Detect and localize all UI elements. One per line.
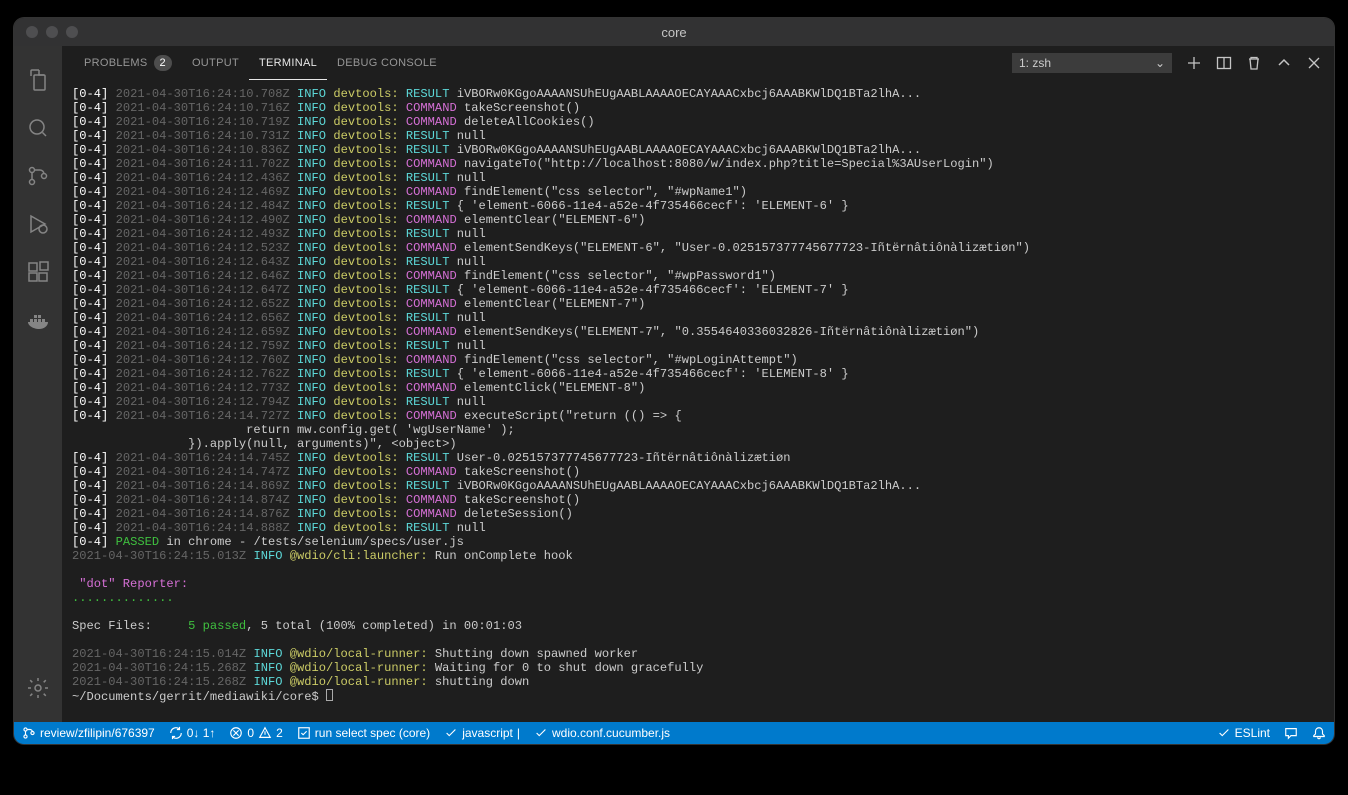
shell-select-value: 1: zsh [1019, 56, 1051, 70]
sb-branch-label: review/zfilipin/676397 [40, 726, 155, 740]
chevron-down-icon: ⌄ [1155, 56, 1165, 70]
terminal-output[interactable]: [0-4] 2021-04-30T16:24:10.708Z INFO devt… [62, 81, 1334, 722]
main-area: PROBLEMS 2 OUTPUT TERMINAL DEBUG CONSOLE… [62, 46, 1334, 722]
tab-output[interactable]: OUTPUT [182, 46, 249, 80]
sb-eslint-label: ESLint [1235, 726, 1270, 740]
sb-config[interactable]: wdio.conf.cucumber.js [534, 726, 670, 740]
sb-config-label: wdio.conf.cucumber.js [552, 726, 670, 740]
tab-debug-console[interactable]: DEBUG CONSOLE [327, 46, 447, 80]
terminal-shell-select[interactable]: 1: zsh ⌄ [1012, 53, 1172, 73]
sb-warnings-count: 2 [276, 726, 283, 740]
sb-eslint[interactable]: ESLint [1217, 726, 1270, 740]
explorer-icon[interactable] [14, 56, 62, 104]
problems-badge: 2 [154, 55, 172, 71]
sb-lang-sep: | [517, 726, 520, 740]
sb-lang-label: javascript [462, 726, 513, 740]
docker-icon[interactable] [14, 296, 62, 344]
sb-task-label: run select spec (core) [315, 726, 430, 740]
source-control-icon[interactable] [14, 152, 62, 200]
new-terminal-button[interactable] [1186, 55, 1202, 71]
sb-sync[interactable]: 0↓ 1↑ [169, 726, 216, 740]
activity-bar [14, 46, 62, 722]
run-debug-icon[interactable] [14, 200, 62, 248]
extensions-icon[interactable] [14, 248, 62, 296]
window-title: core [661, 25, 686, 40]
sb-problems[interactable]: 0 2 [229, 726, 282, 740]
tab-terminal-label: TERMINAL [259, 57, 317, 69]
sb-feedback-icon[interactable] [1284, 726, 1298, 740]
kill-terminal-button[interactable] [1246, 55, 1262, 71]
settings-gear-icon[interactable] [14, 664, 62, 712]
zoom-window-button[interactable] [66, 26, 78, 38]
maximize-panel-button[interactable] [1276, 55, 1292, 71]
tab-output-label: OUTPUT [192, 57, 239, 69]
panel-actions: 1: zsh ⌄ [1012, 53, 1322, 73]
sb-lang[interactable]: javascript | [444, 726, 520, 740]
minimize-window-button[interactable] [46, 26, 58, 38]
tab-debug-console-label: DEBUG CONSOLE [337, 57, 437, 69]
window: core [14, 18, 1334, 744]
sb-sync-label: 0↓ 1↑ [187, 726, 216, 740]
tab-problems-label: PROBLEMS [84, 57, 148, 69]
split-terminal-button[interactable] [1216, 55, 1232, 71]
sb-task[interactable]: run select spec (core) [297, 726, 430, 740]
close-window-button[interactable] [26, 26, 38, 38]
search-icon[interactable] [14, 104, 62, 152]
close-panel-button[interactable] [1306, 55, 1322, 71]
panel-tabs: PROBLEMS 2 OUTPUT TERMINAL DEBUG CONSOLE… [62, 46, 1334, 81]
body-area: PROBLEMS 2 OUTPUT TERMINAL DEBUG CONSOLE… [14, 46, 1334, 722]
titlebar[interactable]: core [14, 18, 1334, 46]
sb-branch[interactable]: review/zfilipin/676397 [22, 726, 155, 740]
status-bar: review/zfilipin/676397 0↓ 1↑ 0 2 run sel… [14, 722, 1334, 744]
traffic-lights [26, 26, 78, 38]
sb-bell-icon[interactable] [1312, 726, 1326, 740]
tab-terminal[interactable]: TERMINAL [249, 46, 327, 80]
tab-problems[interactable]: PROBLEMS 2 [74, 46, 182, 80]
sb-errors-count: 0 [247, 726, 254, 740]
